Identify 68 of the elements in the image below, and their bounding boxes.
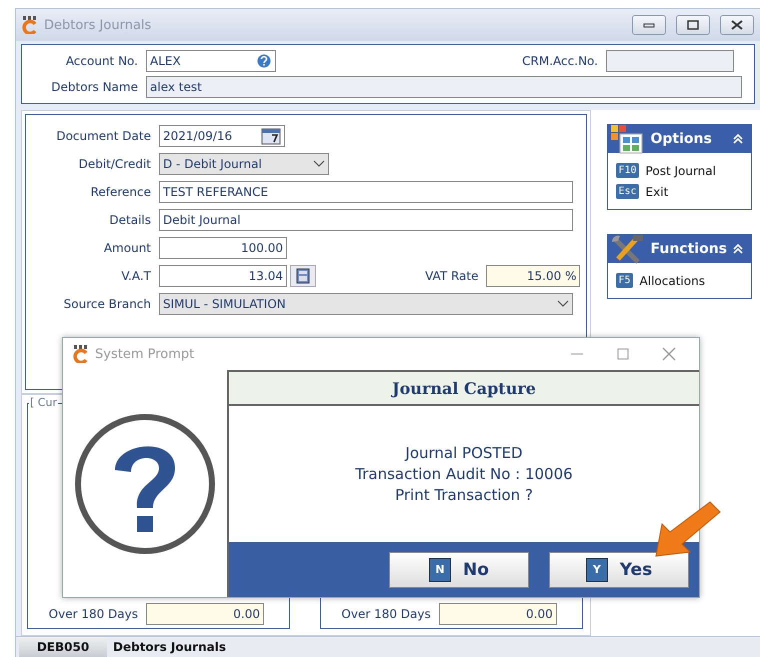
amount-field[interactable]: 100.00: [159, 237, 287, 259]
field-label: Reference: [90, 185, 152, 199]
chevron-down-icon: [313, 160, 325, 168]
dialog-title: System Prompt: [95, 346, 196, 362]
message-line: Print Transaction ?: [395, 484, 533, 506]
collapse-icon[interactable]: [733, 244, 743, 254]
status-title: Debtors Journals: [112, 640, 226, 654]
key-badge: F10: [616, 163, 639, 178]
message-line: Transaction Audit No : 10006: [355, 464, 573, 484]
key-badge: F5: [616, 273, 633, 288]
maximize-icon: [687, 20, 699, 30]
calculator-icon: [296, 268, 310, 284]
minimize-icon: [643, 22, 655, 28]
debtors-name-field[interactable]: alex test: [146, 76, 742, 98]
panel-link[interactable]: Allocations: [640, 274, 705, 288]
dialog-heading: Journal Capture: [392, 378, 536, 398]
account-field[interactable]: ALEX: [146, 50, 276, 72]
key-badge: Y: [586, 558, 608, 582]
crm-account-field[interactable]: [606, 50, 734, 72]
vat-field[interactable]: 13.04: [159, 265, 287, 287]
close-icon: [731, 20, 743, 30]
tiles-icon: [610, 124, 644, 154]
details-field[interactable]: Debit Journal: [159, 209, 573, 231]
field-label: Debit/Credit: [78, 157, 152, 171]
message-line: Journal POSTED: [405, 442, 523, 464]
panel-title: Functions: [650, 241, 727, 257]
field-label: Document Date: [55, 129, 152, 143]
field-label: Debtors Name: [50, 80, 139, 94]
collapse-icon[interactable]: [733, 134, 743, 144]
amount-field[interactable]: 0.00: [438, 603, 557, 625]
key-badge: Esc: [616, 184, 639, 199]
field-label: Details: [108, 213, 152, 227]
group-label: [ Cur: [29, 396, 58, 409]
field-label: CRM.Acc.No.: [521, 54, 599, 68]
maximize-icon: [617, 348, 629, 360]
field-label: Source Branch: [62, 297, 152, 311]
window-title: Debtors Journals: [44, 18, 152, 32]
date-field[interactable]: 2021/09/16: [159, 125, 285, 147]
field-label: Over 180 Days: [48, 607, 139, 621]
screen-code: DEB050: [19, 637, 107, 657]
field-label: Amount: [102, 241, 152, 255]
close-icon: [662, 347, 676, 361]
debit-credit-dropdown[interactable]: D - Debit Journal: [159, 153, 329, 175]
field-label: Account No.: [64, 54, 139, 68]
dialog-button[interactable]: Y Yes: [549, 552, 689, 588]
field-label: V.A.T: [120, 269, 152, 283]
calendar-icon[interactable]: [261, 127, 281, 145]
key-badge: N: [429, 558, 452, 582]
app-logo-icon: [22, 16, 38, 34]
tools-icon: [610, 234, 644, 264]
chevron-down-icon: [557, 300, 569, 308]
app-logo-icon: [73, 345, 89, 363]
panel-link[interactable]: Post Journal: [646, 164, 716, 178]
field-label: Over 180 Days: [340, 607, 432, 621]
amount-field[interactable]: 0.00: [146, 603, 264, 625]
panel-link[interactable]: Exit: [646, 184, 668, 198]
field-label: VAT Rate: [424, 269, 480, 283]
source-branch-dropdown[interactable]: SIMUL - SIMULATION: [159, 293, 573, 315]
vat-rate-field[interactable]: 15.00 %: [486, 265, 580, 287]
maximize-button[interactable]: [676, 15, 710, 35]
calculator-button[interactable]: [290, 265, 316, 287]
help-icon[interactable]: [256, 53, 272, 69]
close-button[interactable]: [720, 15, 754, 35]
minimize-button[interactable]: [632, 15, 666, 35]
dialog-button[interactable]: N No: [389, 552, 529, 588]
reference-field[interactable]: TEST REFERANCE: [159, 181, 573, 203]
panel-title: Options: [650, 131, 713, 147]
question-icon: [73, 412, 217, 556]
